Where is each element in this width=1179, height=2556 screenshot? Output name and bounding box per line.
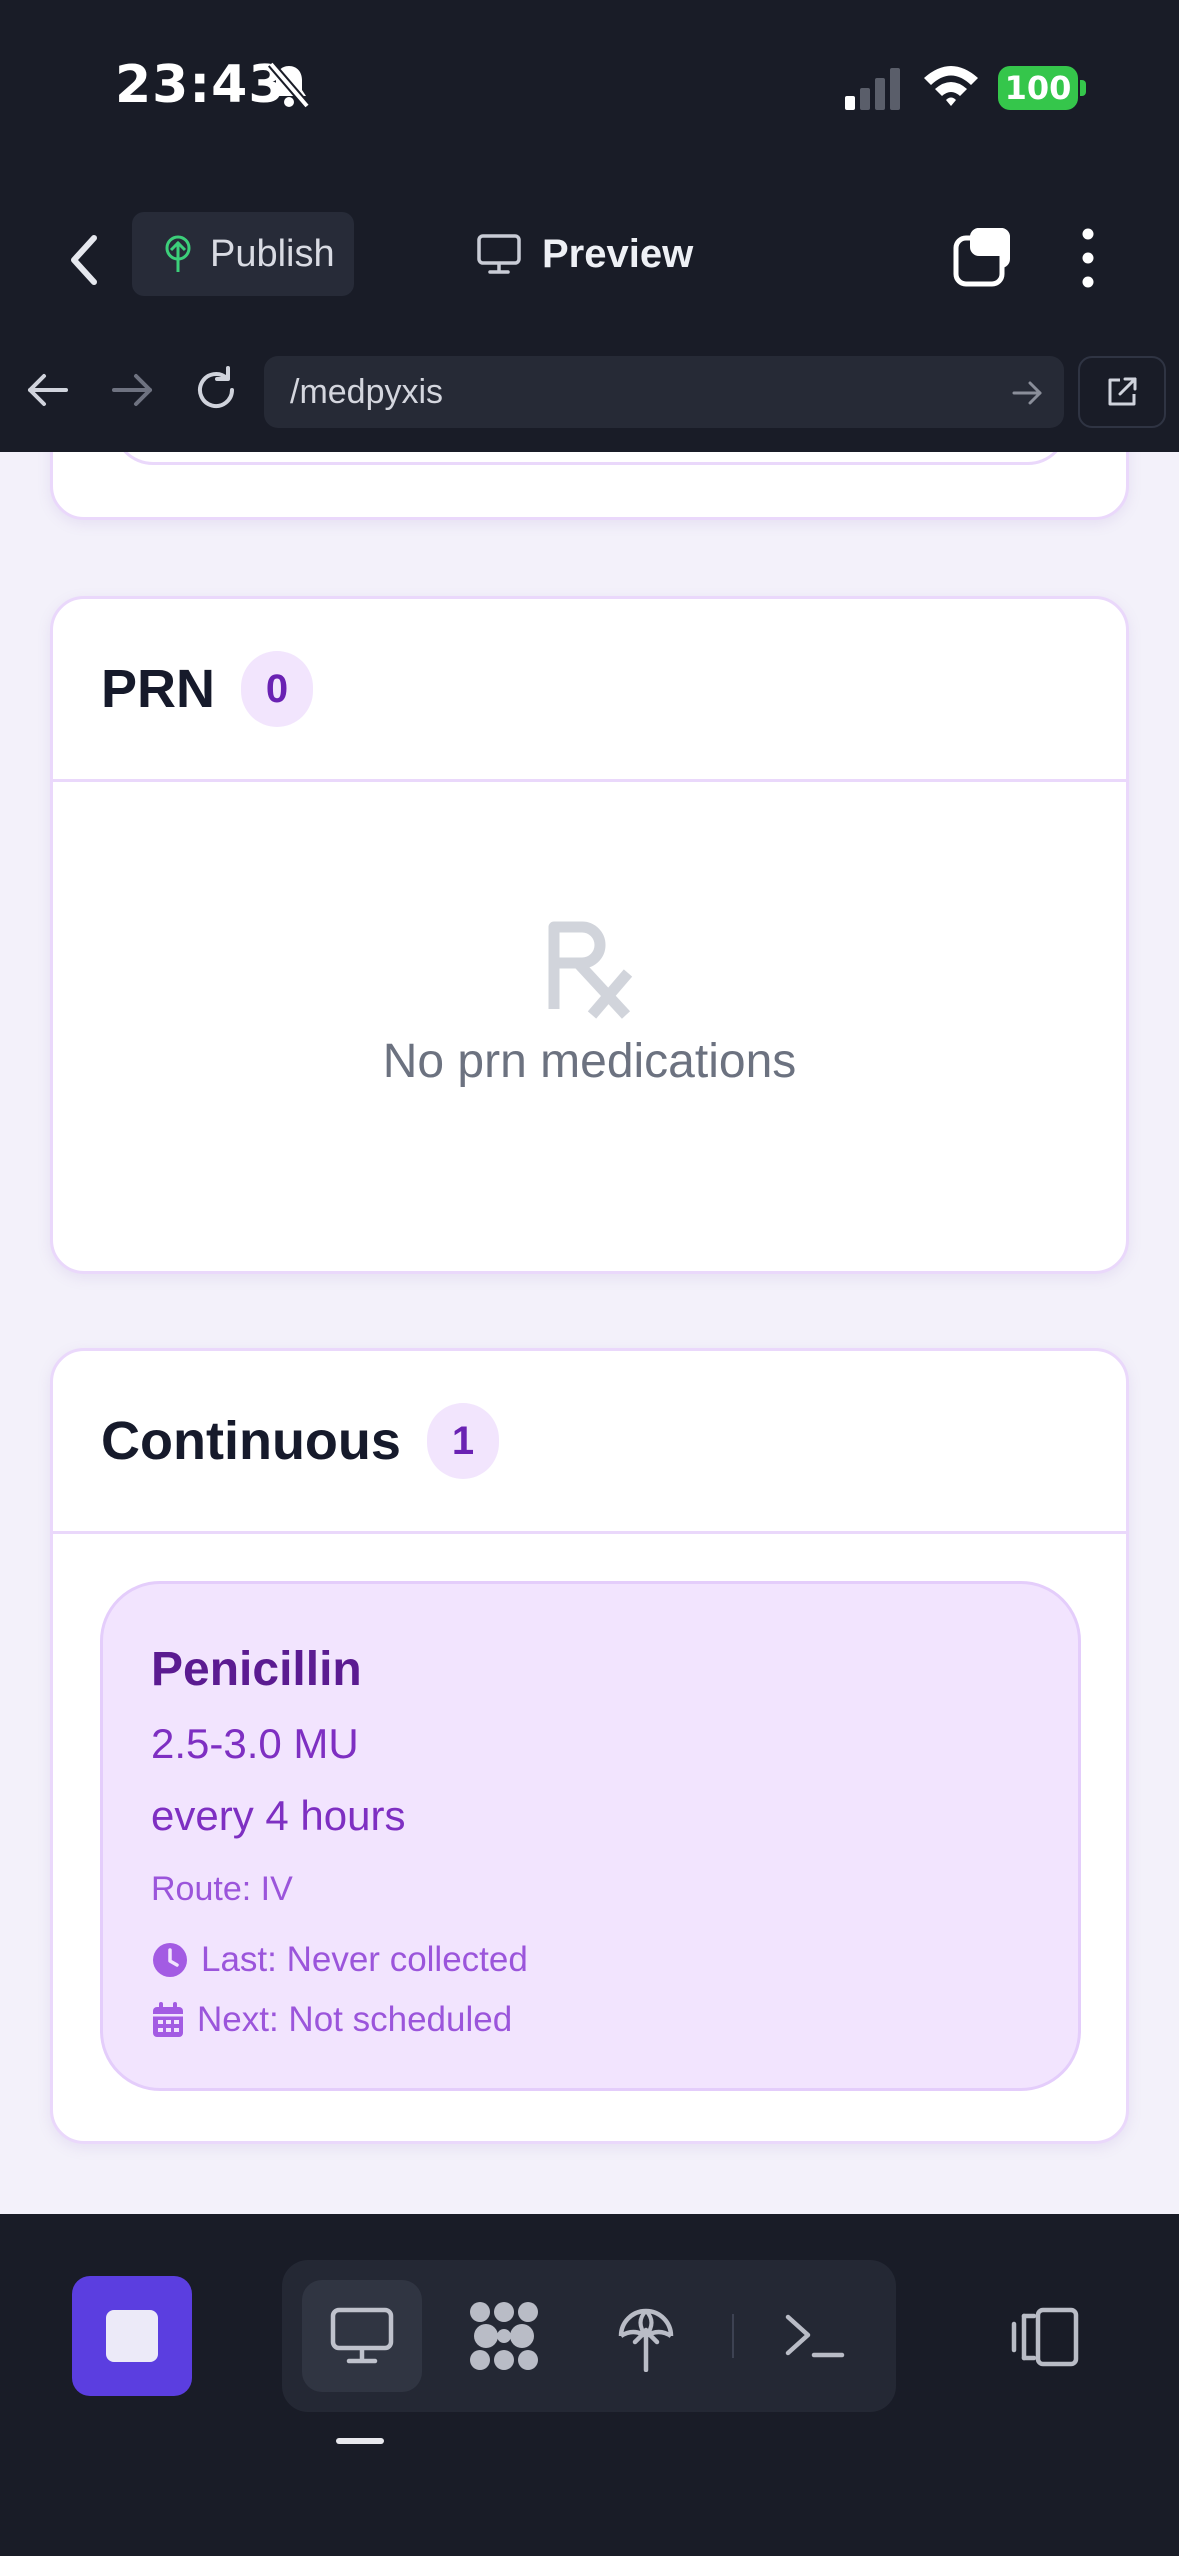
deploy-icon	[618, 2308, 674, 2372]
apps-tab-button[interactable]	[444, 2280, 564, 2392]
open-external-button[interactable]	[1078, 356, 1166, 428]
wifi-icon	[924, 66, 978, 106]
tabs-icon[interactable]	[950, 222, 1020, 292]
medication-name: Penicillin	[151, 1643, 362, 1696]
bottom-bar	[0, 2214, 1179, 2556]
prn-section-card: PRN 0 No prn medications	[50, 596, 1129, 1274]
status-time: 23:43	[115, 55, 286, 115]
preview-tab-button[interactable]	[302, 2280, 422, 2392]
battery-indicator: 100	[998, 66, 1078, 110]
medication-dose: 2.5-3.0 MU	[151, 1720, 359, 1767]
publish-button[interactable]: Publish	[132, 212, 354, 296]
previous-section-item	[113, 452, 1068, 465]
prn-count-badge: 0	[241, 651, 314, 727]
rx-icon	[548, 921, 633, 1019]
url-text: /medpyxis	[290, 372, 444, 411]
clock-icon	[153, 1943, 187, 1977]
continuous-section-card: Continuous 1 Penicillin 2.5-3.0 MU every…	[50, 1348, 1129, 2144]
apps-grid-icon	[470, 2302, 538, 2370]
medication-card[interactable]: Penicillin 2.5-3.0 MU every 4 hours Rout…	[100, 1581, 1081, 2091]
stop-button[interactable]	[72, 2276, 192, 2396]
prn-section-header: PRN 0	[53, 599, 1126, 782]
more-vertical-icon[interactable]	[1068, 226, 1108, 290]
medication-frequency: every 4 hours	[151, 1792, 406, 1839]
view-switcher	[282, 2260, 896, 2412]
page-content[interactable]: PRN 0 No prn medications Continuous 1 Pe…	[0, 452, 1179, 2214]
external-link-icon	[1108, 377, 1137, 406]
calendar-icon	[153, 2002, 183, 2037]
active-tab-indicator	[336, 2438, 384, 2444]
battery-tip	[1080, 80, 1086, 96]
app-toolbar: Publish Preview	[0, 190, 1179, 332]
terminal-tab-button[interactable]	[754, 2280, 874, 2392]
reload-icon[interactable]	[190, 364, 242, 416]
preview-button[interactable]: Preview	[476, 212, 693, 296]
publish-tree-icon	[165, 235, 191, 272]
terminal-icon	[785, 2314, 845, 2358]
cellular-signal-icon	[845, 68, 900, 110]
monitor-icon	[330, 2307, 394, 2364]
medication-last-text: Last: Never collected	[201, 1940, 528, 1979]
prn-section-title: PRN	[101, 659, 216, 719]
status-bar: 23:43 100	[0, 0, 1179, 190]
medication-last-collected: Last: Never collected	[151, 1940, 528, 1980]
bell-slash-icon	[267, 61, 311, 109]
url-field[interactable]: /medpyxis	[264, 356, 1064, 428]
go-arrow-icon[interactable]	[1010, 376, 1044, 410]
chevron-left-icon[interactable]	[60, 230, 110, 290]
arrow-right-icon[interactable]	[106, 364, 158, 416]
continuous-section-title: Continuous	[101, 1411, 401, 1471]
publish-label: Publish	[210, 232, 335, 275]
continuous-section-header: Continuous 1	[53, 1351, 1126, 1534]
medication-next-text: Next: Not scheduled	[197, 2000, 513, 2039]
deploy-tab-button[interactable]	[586, 2280, 706, 2392]
monitor-icon	[477, 234, 521, 274]
medication-route: Route: IV	[151, 1870, 293, 1908]
prn-empty-text: No prn medications	[382, 1035, 797, 1088]
previous-section-card	[50, 452, 1129, 520]
stop-icon	[106, 2310, 158, 2362]
arrow-left-icon[interactable]	[22, 364, 74, 416]
segment-divider	[732, 2314, 734, 2358]
browser-bar: /medpyxis	[0, 330, 1179, 452]
prn-empty-state: No prn medications	[53, 779, 1126, 1269]
preview-label: Preview	[542, 231, 694, 276]
side-panel-icon[interactable]	[1010, 2306, 1080, 2368]
continuous-count-badge: 1	[426, 1403, 499, 1479]
medication-next-scheduled: Next: Not scheduled	[151, 2000, 512, 2040]
